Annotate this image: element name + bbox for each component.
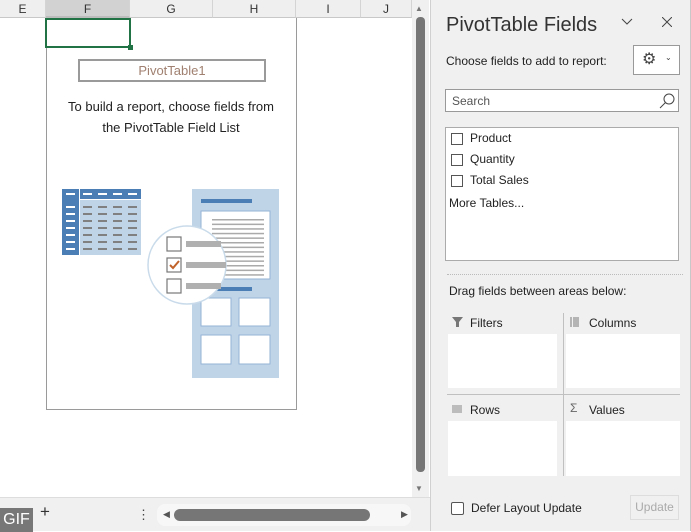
- values-label: Values: [589, 403, 625, 417]
- more-options-icon[interactable]: ⋮: [137, 507, 150, 523]
- update-button[interactable]: Update: [630, 495, 679, 520]
- filters-area[interactable]: [448, 334, 557, 388]
- tools-button[interactable]: ⚙ ⌄: [633, 45, 680, 75]
- area-divider-horizontal: [447, 394, 680, 395]
- field-item-total-sales[interactable]: Total Sales: [446, 170, 678, 191]
- dropdown-arrow-icon: ⌄: [665, 53, 672, 62]
- sheet-tab-bar: GIF + ⋮ ◀ ▶: [0, 497, 430, 532]
- search-placeholder: Search: [452, 94, 491, 108]
- column-header-h[interactable]: H: [213, 0, 296, 18]
- filter-icon: [452, 317, 463, 327]
- instruction-line-1: To build a report, choose fields from: [68, 99, 274, 114]
- drag-hint: Drag fields between areas below:: [449, 284, 627, 298]
- rows-area[interactable]: [448, 421, 557, 476]
- field-item-product[interactable]: Product: [446, 128, 678, 149]
- divider: [447, 274, 683, 275]
- pivot-fields-panel: PivotTable Fields Choose fields to add t…: [430, 0, 691, 531]
- chevron-down-icon[interactable]: [621, 18, 633, 26]
- close-icon[interactable]: [662, 17, 672, 27]
- checkbox[interactable]: [451, 174, 463, 187]
- checkbox[interactable]: [451, 153, 463, 166]
- rows-icon: [452, 405, 462, 413]
- defer-checkbox[interactable]: [451, 502, 464, 516]
- column-header-g[interactable]: G: [130, 0, 213, 18]
- field-label: Quantity: [470, 152, 515, 166]
- column-header-f[interactable]: F: [46, 0, 130, 18]
- defer-label: Defer Layout Update: [471, 501, 582, 515]
- scroll-right-icon[interactable]: ▶: [401, 509, 408, 520]
- more-tables-link[interactable]: More Tables...: [446, 193, 678, 214]
- rows-label: Rows: [470, 403, 501, 417]
- field-item-quantity[interactable]: Quantity: [446, 149, 678, 170]
- columns-icon: [570, 317, 579, 327]
- pivot-illustration: [62, 189, 279, 378]
- search-input[interactable]: Search: [445, 89, 679, 112]
- scroll-down-icon[interactable]: ▼: [415, 484, 423, 493]
- column-header-i[interactable]: I: [296, 0, 361, 18]
- add-sheet-button[interactable]: +: [40, 502, 50, 522]
- panel-subtitle: Choose fields to add to report:: [446, 54, 607, 68]
- scroll-up-icon[interactable]: ▲: [415, 4, 423, 13]
- pivot-table-name: PivotTable1: [78, 59, 266, 82]
- values-area[interactable]: [566, 421, 680, 476]
- columns-label: Columns: [589, 316, 637, 330]
- gear-icon: ⚙: [642, 51, 657, 68]
- search-icon[interactable]: [659, 93, 675, 109]
- gif-badge: GIF: [0, 508, 33, 532]
- vertical-scroll-thumb[interactable]: [416, 17, 425, 472]
- pivot-instructions: To build a report, choose fields from th…: [50, 96, 292, 138]
- field-label: Product: [470, 131, 512, 145]
- horizontal-scrollbar[interactable]: ◀ ▶: [157, 504, 411, 526]
- columns-area[interactable]: [566, 334, 680, 388]
- active-cell[interactable]: [45, 18, 133, 50]
- checkbox[interactable]: [451, 132, 463, 145]
- defer-layout-update[interactable]: Defer Layout Update: [451, 501, 582, 516]
- field-list: Product Quantity Total Sales More Tables…: [445, 127, 679, 261]
- panel-title: PivotTable Fields: [446, 14, 598, 36]
- field-label: Total Sales: [470, 173, 529, 187]
- filters-label: Filters: [470, 316, 503, 330]
- column-header-j[interactable]: J: [361, 0, 412, 18]
- horizontal-scroll-thumb[interactable]: [174, 509, 370, 521]
- column-header-e[interactable]: E: [0, 0, 46, 18]
- instruction-line-2: the PivotTable Field List: [102, 120, 240, 135]
- vertical-scrollbar[interactable]: ▲ ▼: [412, 0, 429, 497]
- scroll-left-icon[interactable]: ◀: [163, 509, 170, 520]
- sigma-icon: Σ: [570, 401, 578, 415]
